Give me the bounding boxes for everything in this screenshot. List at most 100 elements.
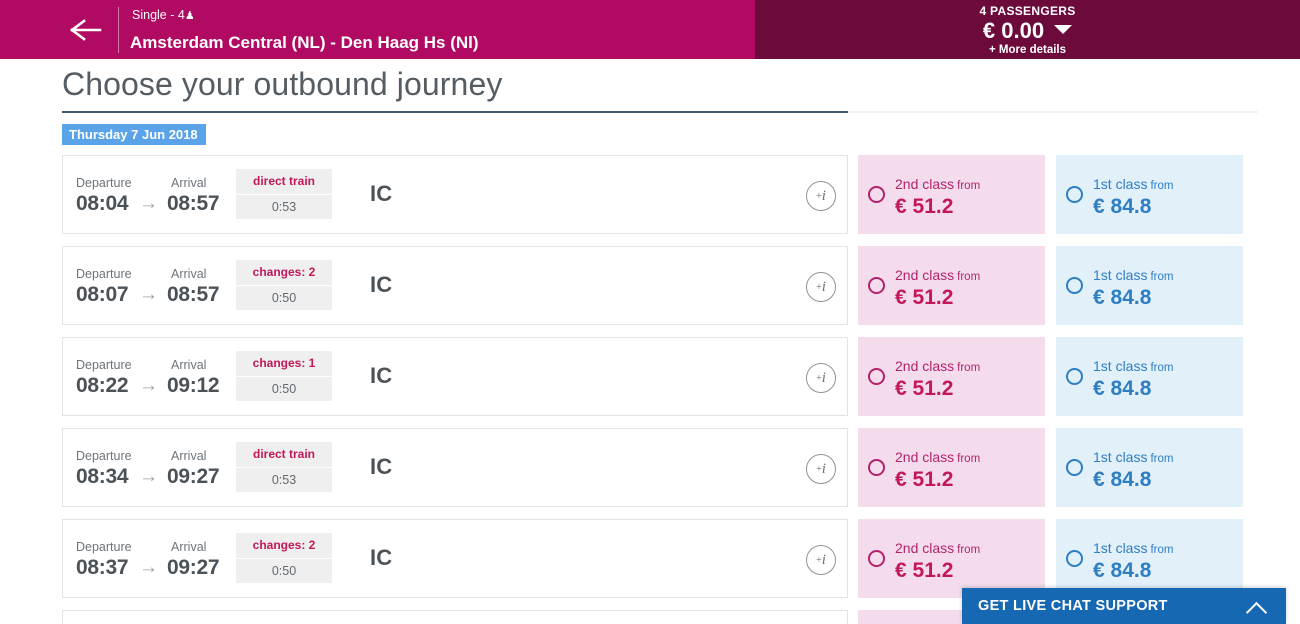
fare-label-1st-class: 1st class from bbox=[1093, 176, 1173, 192]
journey-card[interactable]: Departure 08:07 → Arrival 08:57 changes:… bbox=[62, 246, 848, 325]
fare-radio-2nd-class[interactable] bbox=[868, 277, 885, 294]
duration-badge: 0:50 bbox=[236, 286, 332, 310]
info-glyph: i bbox=[821, 188, 826, 204]
fare-radio-2nd-class[interactable] bbox=[868, 550, 885, 567]
info-plus-icon[interactable]: +i bbox=[806, 363, 836, 393]
fare-option-2nd-class[interactable]: 2nd class from € 51.2 bbox=[858, 155, 1045, 234]
journey-row: Departure 08:04 → Arrival 08:57 direct t… bbox=[0, 155, 1300, 246]
fare-price-2nd-class: € 51.2 bbox=[895, 286, 954, 309]
fare-label-2nd-class: 2nd class from bbox=[895, 358, 980, 374]
fare-option-2nd-class[interactable]: 2nd class from € 51.2 bbox=[858, 246, 1045, 325]
departure-time: 08:34 bbox=[76, 465, 129, 488]
journey-badge: changes: 2 0:50 bbox=[236, 260, 332, 310]
fare-label-2nd-class: 2nd class from bbox=[895, 267, 980, 283]
journey-badge: changes: 2 0:50 bbox=[236, 533, 332, 583]
fare-price-2nd-class: € 51.2 bbox=[895, 468, 954, 491]
from-label-1st: from bbox=[1150, 453, 1174, 465]
more-details-link[interactable]: + More details bbox=[755, 44, 1300, 56]
fare-option-2nd-class[interactable]: 2nd class from € 51.2 bbox=[858, 428, 1045, 507]
fare-price-2nd-class: € 51.2 bbox=[895, 195, 954, 218]
class-name-2nd: 2nd class bbox=[895, 176, 955, 192]
train-type-label: IC bbox=[370, 545, 393, 570]
info-plus-icon[interactable]: +i bbox=[806, 545, 836, 575]
page-title: Choose your outbound journey bbox=[62, 66, 503, 102]
title-rule-faint bbox=[848, 111, 1258, 113]
changes-badge: direct train bbox=[236, 442, 332, 467]
fare-option-2nd-class[interactable]: 2nd class from € 51.2 bbox=[858, 337, 1045, 416]
fare-radio-1st-class[interactable] bbox=[1066, 459, 1083, 476]
arrow-icon: → bbox=[139, 284, 158, 305]
train-type-label: IC bbox=[370, 454, 393, 479]
fare-radio-2nd-class[interactable] bbox=[868, 368, 885, 385]
changes-badge: changes: 1 bbox=[236, 351, 332, 376]
fare-radio-1st-class[interactable] bbox=[1066, 368, 1083, 385]
fare-option-1st-class[interactable]: 1st class from € 84.8 bbox=[1056, 428, 1243, 507]
departure-time: 08:04 bbox=[76, 192, 129, 215]
fare-option-1st-class[interactable]: 1st class from € 84.8 bbox=[1056, 337, 1243, 416]
journey-badge: direct train 0:53 bbox=[236, 442, 332, 492]
journey-row: Departure 08:34 → Arrival 09:27 direct t… bbox=[0, 428, 1300, 519]
fare-label-1st-class: 1st class from bbox=[1093, 449, 1173, 465]
changes-badge: changes: 2 bbox=[236, 260, 332, 285]
page-root: Single - 4♟ Amsterdam Central (NL) - Den… bbox=[0, 0, 1300, 624]
journey-list: Departure 08:04 → Arrival 08:57 direct t… bbox=[0, 155, 1300, 624]
fare-price-2nd-class: € 51.2 bbox=[895, 377, 954, 400]
departure-label: Departure bbox=[76, 540, 132, 554]
from-label-2nd: from bbox=[957, 180, 981, 192]
chevron-up-icon[interactable] bbox=[1249, 600, 1264, 615]
journey-badge: changes: 1 0:50 bbox=[236, 351, 332, 401]
class-name-1st: 1st class bbox=[1093, 449, 1148, 465]
fare-radio-2nd-class[interactable] bbox=[868, 459, 885, 476]
fare-option-1st-class[interactable]: 1st class from € 84.8 bbox=[1056, 155, 1243, 234]
duration-badge: 0:50 bbox=[236, 377, 332, 401]
departure-label: Departure bbox=[76, 176, 132, 190]
duration-badge: 0:53 bbox=[236, 195, 332, 219]
journey-card[interactable]: Departure 08:37 → Arrival 09:27 changes:… bbox=[62, 519, 848, 598]
train-type-label: IC bbox=[370, 272, 393, 297]
from-label-2nd: from bbox=[957, 362, 981, 374]
info-plus-icon[interactable]: +i bbox=[806, 454, 836, 484]
fare-label-1st-class: 1st class from bbox=[1093, 540, 1173, 556]
departure-label: Departure bbox=[76, 267, 132, 281]
journey-card[interactable]: Departure 08:22 → Arrival 09:12 changes:… bbox=[62, 337, 848, 416]
fare-option-1st-class[interactable]: 1st class from € 84.8 bbox=[1056, 519, 1243, 598]
trip-type-label: Single - 4♟ bbox=[132, 8, 195, 22]
fare-radio-1st-class[interactable] bbox=[1066, 550, 1083, 567]
fare-radio-1st-class[interactable] bbox=[1066, 277, 1083, 294]
fare-label-1st-class: 1st class from bbox=[1093, 358, 1173, 374]
arrow-icon: → bbox=[139, 193, 158, 214]
changes-badge: direct train bbox=[236, 169, 332, 194]
arrival-time: 08:57 bbox=[167, 283, 220, 306]
arrival-label: Arrival bbox=[171, 358, 207, 372]
departure-time: 08:22 bbox=[76, 374, 129, 397]
journey-card[interactable]: Departure 08:34 → Arrival 09:27 direct t… bbox=[62, 428, 848, 507]
fare-price-1st-class: € 84.8 bbox=[1093, 559, 1152, 582]
live-chat-bar[interactable]: GET LIVE CHAT SUPPORT bbox=[962, 588, 1286, 624]
journey-card[interactable]: Departure → Arrival +i bbox=[62, 610, 848, 624]
info-plus-icon[interactable]: +i bbox=[806, 181, 836, 211]
arrow-icon: → bbox=[139, 557, 158, 578]
back-arrow-icon[interactable] bbox=[70, 17, 102, 43]
fare-option-2nd-class[interactable]: 2nd class from € 51.2 bbox=[858, 519, 1045, 598]
journey-card[interactable]: Departure 08:04 → Arrival 08:57 direct t… bbox=[62, 155, 848, 234]
arrival-label: Arrival bbox=[171, 540, 207, 554]
passengers-count: 4 PASSENGERS bbox=[979, 4, 1076, 18]
departure-time: 08:07 bbox=[76, 283, 129, 306]
info-plus-icon[interactable]: +i bbox=[806, 272, 836, 302]
from-label-2nd: from bbox=[957, 271, 981, 283]
arrival-time: 08:57 bbox=[167, 192, 220, 215]
class-name-1st: 1st class bbox=[1093, 540, 1148, 556]
arrow-icon: → bbox=[139, 466, 158, 487]
class-name-1st: 1st class bbox=[1093, 267, 1148, 283]
fare-radio-1st-class[interactable] bbox=[1066, 186, 1083, 203]
class-name-2nd: 2nd class bbox=[895, 267, 955, 283]
fare-price-2nd-class: € 51.2 bbox=[895, 559, 954, 582]
chevron-down-icon[interactable] bbox=[1054, 25, 1073, 34]
from-label-2nd: from bbox=[957, 453, 981, 465]
fare-option-1st-class[interactable]: 1st class from € 84.8 bbox=[1056, 246, 1243, 325]
fare-radio-2nd-class[interactable] bbox=[868, 186, 885, 203]
fare-label-1st-class: 1st class from bbox=[1093, 267, 1173, 283]
date-badge: Thursday 7 Jun 2018 bbox=[62, 124, 206, 145]
class-name-2nd: 2nd class bbox=[895, 358, 955, 374]
fare-price-1st-class: € 84.8 bbox=[1093, 377, 1152, 400]
